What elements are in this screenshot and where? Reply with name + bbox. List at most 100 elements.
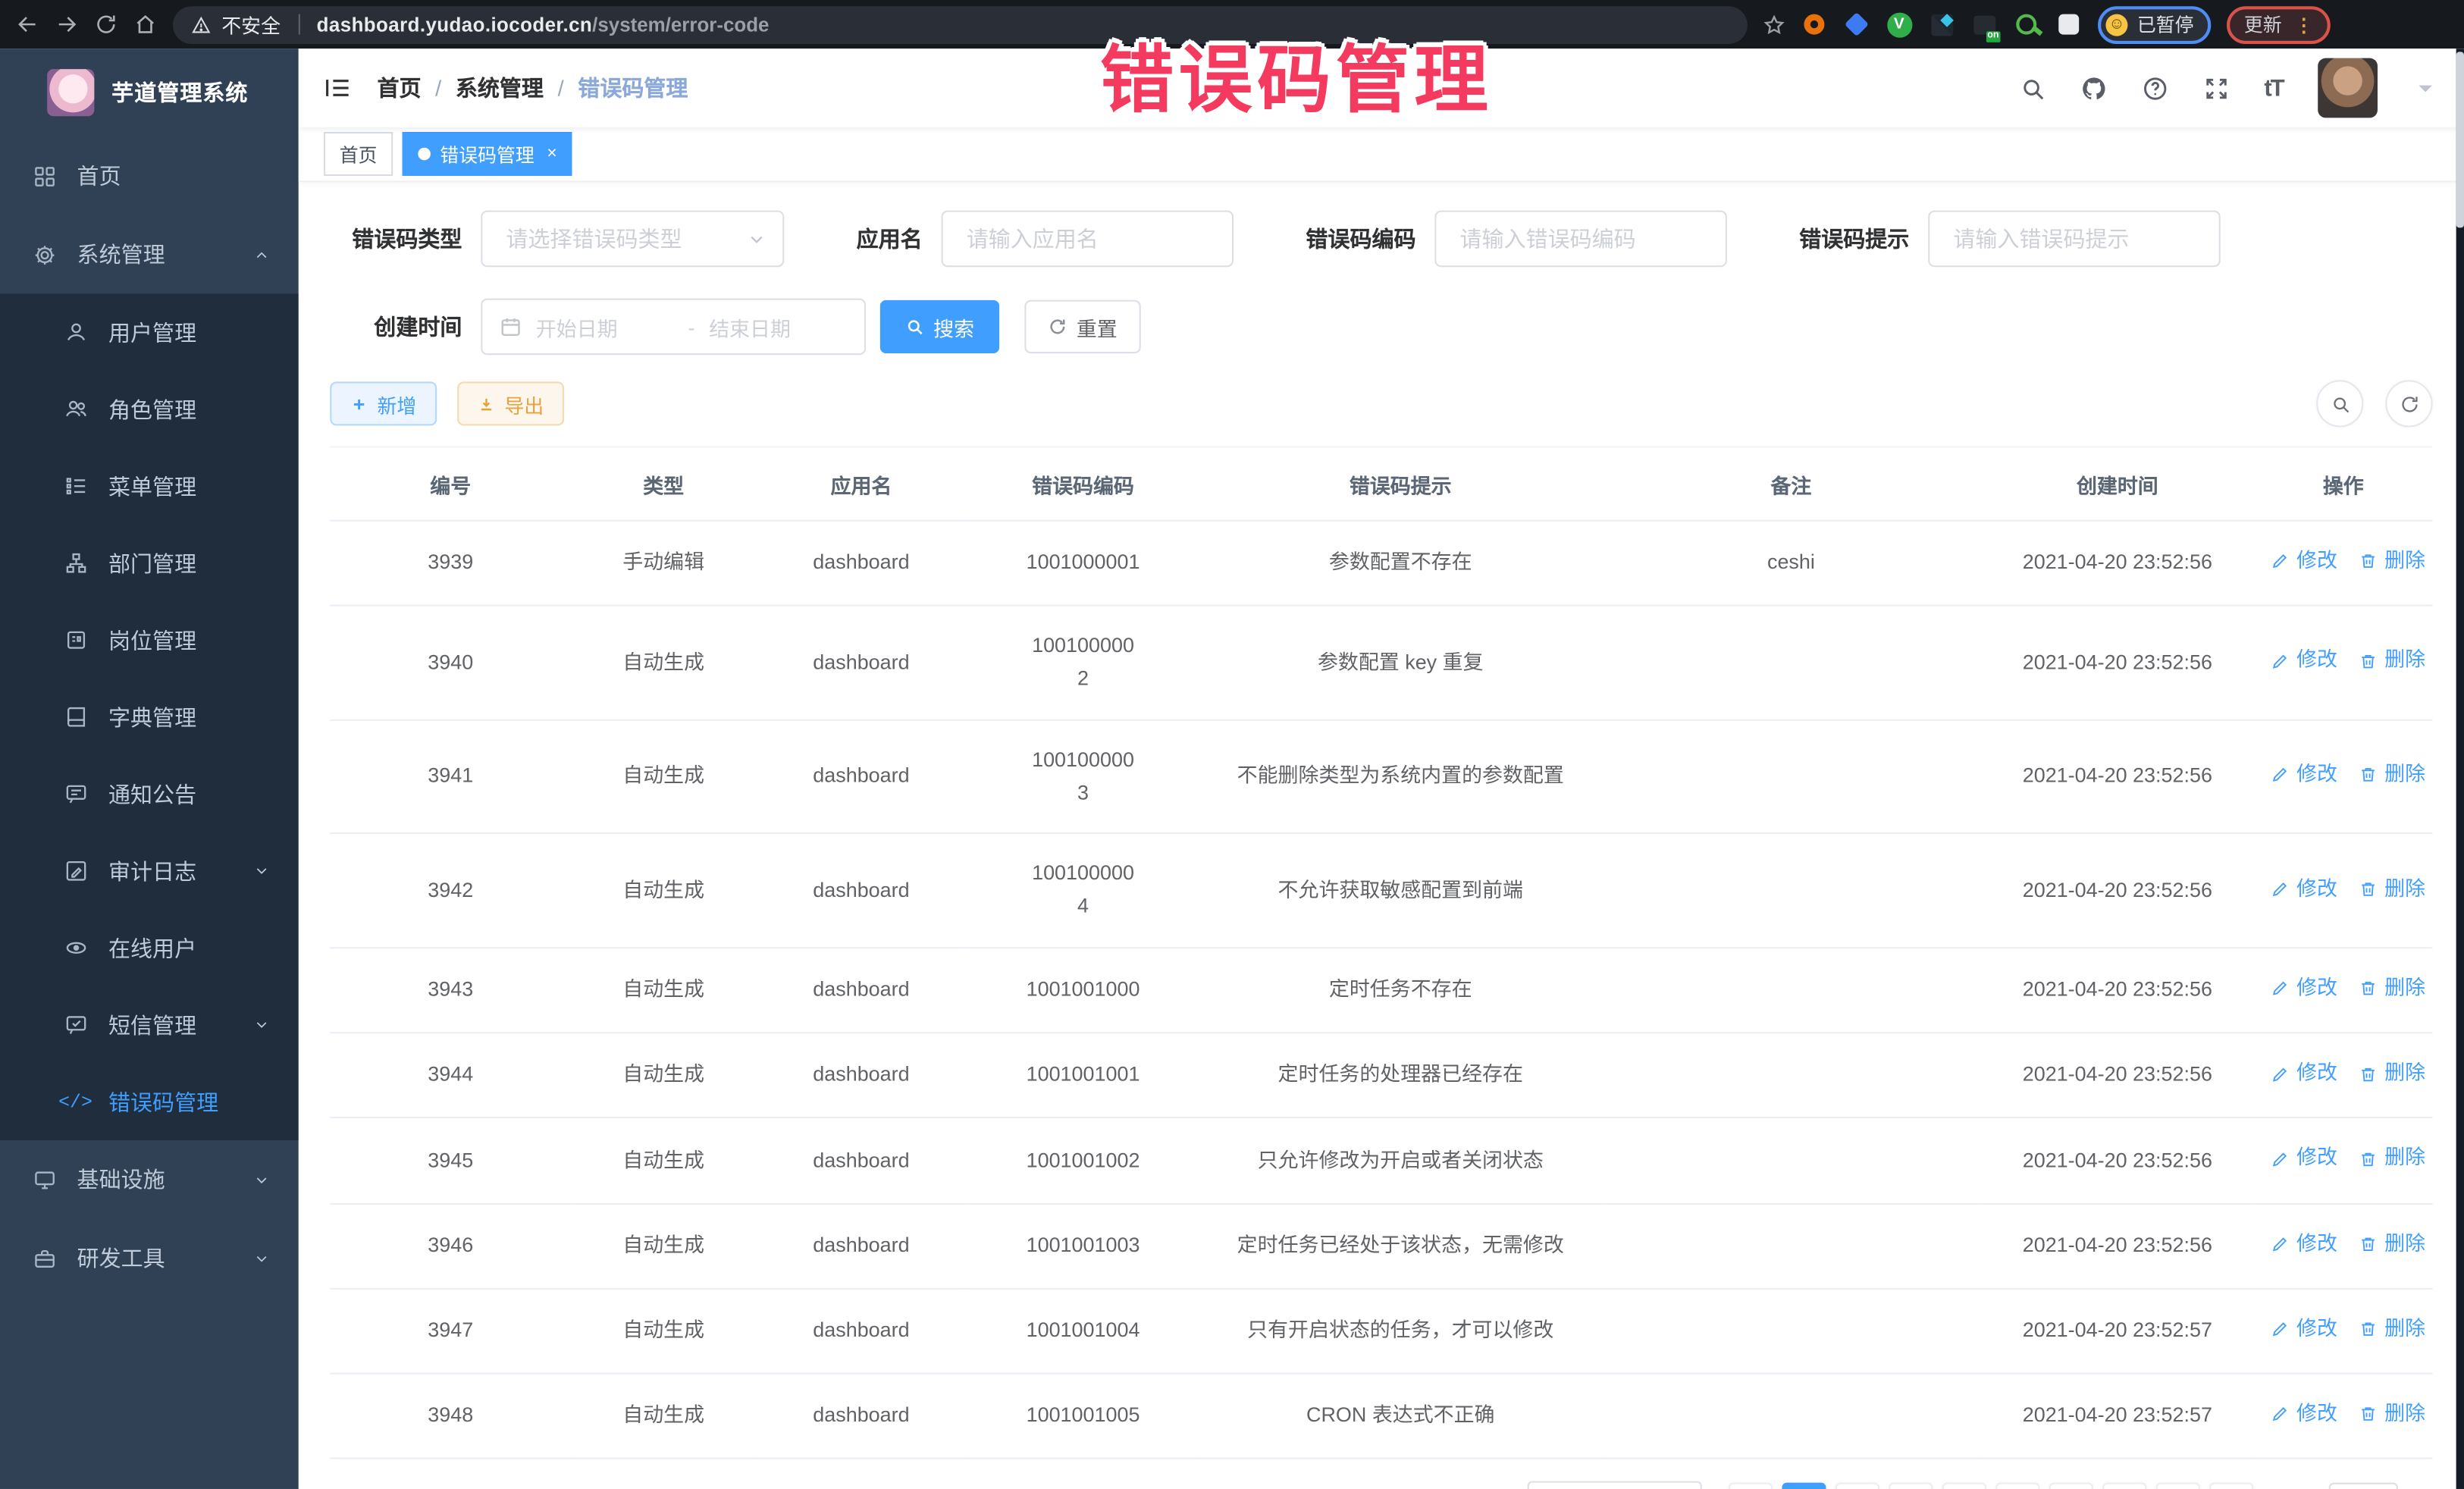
extension-icon-1[interactable] [1801, 11, 1827, 38]
page-button-1[interactable]: 1 [1782, 1483, 1826, 1489]
table-row[interactable]: 3945自动生成dashboard1001001002只允许修改为开启或者关闭状… [330, 1118, 2432, 1203]
sidebar-item-菜单管理[interactable]: 菜单管理 [0, 447, 299, 525]
delete-link[interactable]: 删除 [2359, 545, 2425, 578]
sidebar-item-用户管理[interactable]: 用户管理 [0, 293, 299, 371]
sidebar-item-基础设施[interactable]: 基础设施 [0, 1140, 299, 1219]
page-scrollbar[interactable] [2456, 49, 2464, 1489]
prev-page-button[interactable]: ‹ [1729, 1483, 1773, 1489]
add-button[interactable]: 新增 [330, 381, 437, 425]
page-button-8[interactable]: 8 [2156, 1483, 2200, 1489]
breadcrumb-item[interactable]: 首页 [377, 72, 421, 103]
page-button-...[interactable]: ••• [2102, 1483, 2146, 1489]
edit-link[interactable]: 修改 [2271, 1058, 2337, 1090]
table-row[interactable]: 3942自动生成dashboard1001000004不允许获取敏感配置到前端2… [330, 834, 2432, 948]
breadcrumb-item[interactable]: 错误码管理 [578, 72, 688, 103]
github-icon[interactable] [2080, 74, 2107, 101]
edit-link[interactable]: 修改 [2271, 545, 2337, 578]
show-search-icon-button[interactable] [2316, 380, 2363, 427]
table-row[interactable]: 3939手动编辑dashboard1001000001参数配置不存在ceshi2… [330, 521, 2432, 606]
edit-link[interactable]: 修改 [2271, 873, 2337, 905]
sidebar-item-在线用户[interactable]: 在线用户 [0, 910, 299, 987]
fullscreen-icon[interactable] [2203, 74, 2230, 101]
bookmark-star-icon[interactable] [1763, 14, 1785, 36]
table-row[interactable]: 3943自动生成dashboard1001001000定时任务不存在2021-0… [330, 948, 2432, 1033]
table-row[interactable]: 3941自动生成dashboard1001000003不能删除类型为系统内置的参… [330, 719, 2432, 833]
extension-icon-5[interactable] [1970, 11, 1997, 38]
delete-link[interactable]: 删除 [2359, 1143, 2425, 1175]
sidebar-item-短信管理[interactable]: 短信管理 [0, 986, 299, 1064]
table-row[interactable]: 3940自动生成dashboard1001000002参数配置 key 重复20… [330, 606, 2432, 719]
app-logo[interactable]: 芋道管理系统 [0, 49, 299, 136]
help-icon[interactable] [2142, 74, 2168, 101]
delete-link[interactable]: 删除 [2359, 1398, 2425, 1431]
avatar-caret-icon[interactable] [2412, 74, 2439, 101]
sidebar-item-错误码管理[interactable]: </>错误码管理 [0, 1064, 299, 1141]
sidebar-item-岗位管理[interactable]: 岗位管理 [0, 601, 299, 679]
edit-link[interactable]: 修改 [2271, 1312, 2337, 1345]
extension-icon-4[interactable] [1928, 11, 1955, 38]
user-avatar[interactable] [2318, 58, 2378, 118]
search-icon[interactable] [2019, 74, 2045, 101]
goto-page-input[interactable] [2329, 1483, 2398, 1489]
delete-link[interactable]: 删除 [2359, 972, 2425, 1005]
delete-link[interactable]: 删除 [2359, 1227, 2425, 1260]
table-row[interactable]: 3944自动生成dashboard1001001001定时任务的处理器已经存在2… [330, 1033, 2432, 1118]
page-button-2[interactable]: 2 [1835, 1483, 1879, 1489]
edit-link[interactable]: 修改 [2271, 1143, 2337, 1175]
browser-forward-icon[interactable] [55, 13, 79, 36]
edit-link[interactable]: 修改 [2271, 644, 2337, 677]
sidebar-item-角色管理[interactable]: 角色管理 [0, 371, 299, 448]
sidebar-group-系统管理[interactable]: 系统管理 [0, 215, 299, 294]
font-size-icon[interactable]: tT [2264, 74, 2283, 101]
sidebar-item-部门管理[interactable]: 部门管理 [0, 525, 299, 602]
delete-link[interactable]: 删除 [2359, 1312, 2425, 1345]
edit-link[interactable]: 修改 [2271, 1398, 2337, 1431]
page-button-3[interactable]: 3 [1889, 1483, 1933, 1489]
delete-link[interactable]: 删除 [2359, 759, 2425, 792]
sidebar-item-通知公告[interactable]: 通知公告 [0, 755, 299, 832]
page-size-select[interactable]: 10条/页 [1528, 1481, 1702, 1489]
search-button[interactable]: 搜索 [880, 300, 1000, 353]
table-row[interactable]: 3946自动生成dashboard1001001003定时任务已经处于该状态，无… [330, 1203, 2432, 1288]
page-button-5[interactable]: 5 [1995, 1483, 2039, 1489]
error-hint-input[interactable] [1928, 211, 2221, 268]
app-name-input[interactable] [942, 211, 1234, 268]
tab-tag-错误码管理[interactable]: 错误码管理× [403, 132, 573, 176]
extension-icon-6[interactable] [2013, 11, 2039, 38]
error-code-input[interactable] [1434, 211, 1727, 268]
edit-link[interactable]: 修改 [2271, 759, 2337, 792]
sidebar-item-审计日志[interactable]: 审计日志 [0, 832, 299, 910]
extension-icon-3[interactable]: V [1886, 11, 1912, 38]
table-row[interactable]: 3947自动生成dashboard1001001004只有开启状态的任务，才可以… [330, 1288, 2432, 1373]
delete-link[interactable]: 删除 [2359, 873, 2425, 905]
browser-home-icon[interactable] [133, 13, 157, 36]
edit-link[interactable]: 修改 [2271, 972, 2337, 1005]
browser-back-icon[interactable] [16, 13, 39, 36]
table-row[interactable]: 3948自动生成dashboard1001001005CRON 表达式不正确20… [330, 1374, 2432, 1459]
export-button[interactable]: 导出 [457, 381, 564, 425]
refresh-table-button[interactable] [2385, 380, 2432, 427]
delete-link[interactable]: 删除 [2359, 644, 2425, 677]
browser-update-button[interactable]: 更新 ⋮ [2227, 5, 2331, 43]
edit-link[interactable]: 修改 [2271, 1227, 2337, 1260]
extension-icon-2[interactable] [1843, 11, 1870, 38]
sidebar-item-研发工具[interactable]: 研发工具 [0, 1219, 299, 1298]
browser-menu-dots-icon[interactable]: ⋮ [2294, 14, 2313, 36]
extension-icon-7[interactable] [2055, 11, 2082, 38]
breadcrumb-item[interactable]: 系统管理 [456, 72, 544, 103]
reset-button[interactable]: 重置 [1024, 300, 1140, 353]
date-range-picker[interactable]: 开始日期 - 结束日期 [481, 299, 866, 356]
delete-link[interactable]: 删除 [2359, 1058, 2425, 1090]
tab-tag-首页[interactable]: 首页 [324, 132, 393, 176]
url-bar[interactable]: 不安全 dashboard.yudao.iocoder.cn/system/er… [173, 5, 1748, 43]
close-icon[interactable]: × [547, 145, 556, 164]
browser-reload-icon[interactable] [94, 13, 118, 36]
scrollbar-thumb[interactable] [2456, 52, 2464, 227]
sidebar-item-首页[interactable]: 首页 [0, 136, 299, 215]
paused-extension-badge[interactable]: ☺ 已暂停 [2098, 5, 2211, 43]
page-button-4[interactable]: 4 [1942, 1483, 1986, 1489]
error-type-select[interactable]: 请选择错误码类型 [481, 211, 784, 268]
sidebar-toggle-icon[interactable] [324, 74, 352, 102]
sidebar-item-字典管理[interactable]: 字典管理 [0, 679, 299, 756]
next-page-button[interactable]: › [2209, 1483, 2253, 1489]
